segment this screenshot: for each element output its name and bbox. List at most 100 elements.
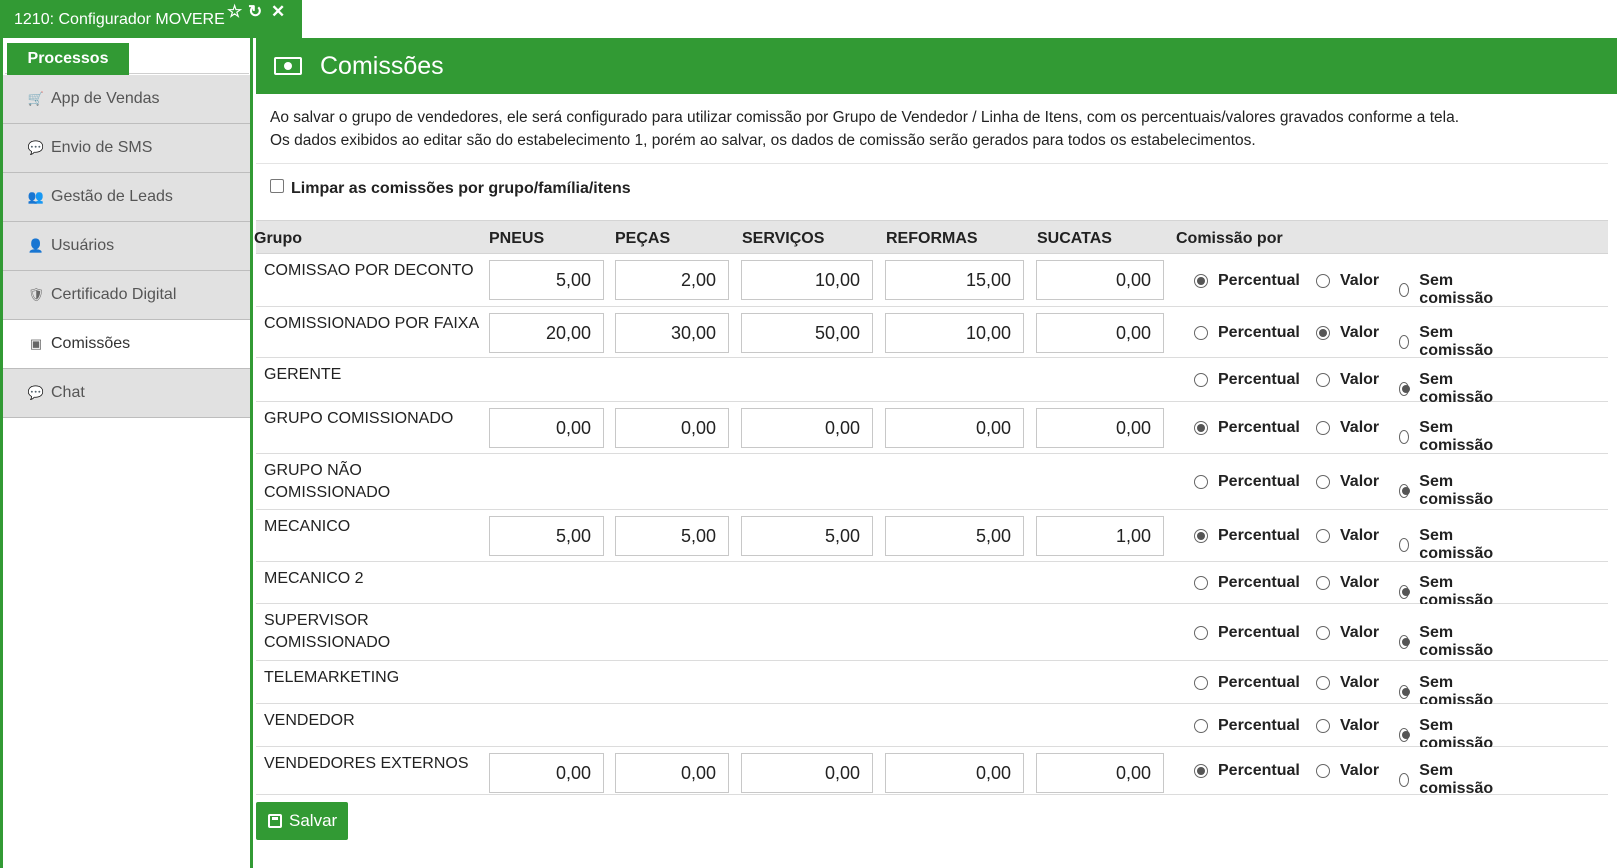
radio-valor[interactable]: Valor — [1316, 574, 1379, 592]
radio-valor[interactable]: Valor — [1316, 324, 1379, 342]
radio-circle[interactable] — [1194, 719, 1208, 733]
radio-circle[interactable] — [1194, 421, 1208, 435]
star-icon[interactable]: ☆ — [227, 2, 242, 22]
radio-circle[interactable] — [1194, 764, 1208, 778]
radio-circle[interactable] — [1194, 475, 1208, 489]
radio-circle[interactable] — [1316, 764, 1330, 778]
radio-circle[interactable] — [1316, 421, 1330, 435]
radio-percentual[interactable]: Percentual — [1194, 717, 1300, 735]
value-input-sucatas[interactable]: 1,00 — [1036, 516, 1164, 556]
radio-circle[interactable] — [1194, 529, 1208, 543]
radio-percentual[interactable]: Percentual — [1194, 324, 1300, 342]
radio-circle[interactable] — [1399, 685, 1411, 699]
radio-circle[interactable] — [1194, 373, 1208, 387]
value-input-pneus[interactable]: 20,00 — [489, 313, 604, 353]
radio-circle[interactable] — [1194, 676, 1208, 690]
radio-circle[interactable] — [1316, 626, 1330, 640]
radio-sem-comissao[interactable]: Sem comissão — [1399, 527, 1497, 563]
radio-percentual[interactable]: Percentual — [1194, 624, 1300, 642]
radio-circle[interactable] — [1399, 585, 1411, 599]
value-input-pecas[interactable]: 5,00 — [615, 516, 729, 556]
value-input-sucatas[interactable]: 0,00 — [1036, 313, 1164, 353]
radio-sem-comissao[interactable]: Sem comissão — [1399, 272, 1497, 308]
radio-sem-comissao[interactable]: Sem comissão — [1399, 624, 1497, 660]
radio-circle[interactable] — [1399, 773, 1410, 787]
radio-circle[interactable] — [1316, 576, 1330, 590]
value-input-pecas[interactable]: 0,00 — [615, 408, 729, 448]
radio-circle[interactable] — [1399, 430, 1410, 444]
radio-circle[interactable] — [1194, 326, 1208, 340]
radio-percentual[interactable]: Percentual — [1194, 419, 1300, 437]
radio-valor[interactable]: Valor — [1316, 717, 1379, 735]
radio-percentual[interactable]: Percentual — [1194, 574, 1300, 592]
save-button[interactable]: Salvar — [256, 802, 348, 840]
radio-circle[interactable] — [1316, 326, 1330, 340]
radio-percentual[interactable]: Percentual — [1194, 272, 1300, 290]
value-input-reformas[interactable]: 5,00 — [885, 516, 1024, 556]
value-input-pneus[interactable]: 0,00 — [489, 753, 604, 793]
sidebar-item-1[interactable]: 💬 Envio de SMS — [3, 124, 250, 173]
refresh-icon[interactable]: ↻ — [248, 2, 262, 22]
radio-valor[interactable]: Valor — [1316, 624, 1379, 642]
value-input-sucatas[interactable]: 0,00 — [1036, 408, 1164, 448]
value-input-reformas[interactable]: 10,00 — [885, 313, 1024, 353]
radio-circle[interactable] — [1316, 373, 1330, 387]
radio-percentual[interactable]: Percentual — [1194, 473, 1300, 491]
value-input-servicos[interactable]: 10,00 — [741, 260, 873, 300]
sidebar-item-0[interactable]: 🛒 App de Vendas — [3, 75, 250, 124]
processes-button[interactable]: Processos — [7, 43, 129, 75]
radio-circle[interactable] — [1194, 576, 1208, 590]
sidebar-item-6[interactable]: 💬 Chat — [3, 369, 250, 418]
radio-sem-comissao[interactable]: Sem comissão — [1399, 762, 1497, 798]
radio-circle[interactable] — [1399, 484, 1411, 498]
radio-circle[interactable] — [1316, 274, 1330, 288]
radio-circle[interactable] — [1399, 728, 1411, 742]
sidebar-item-3[interactable]: 👤 Usuários — [3, 222, 250, 271]
radio-valor[interactable]: Valor — [1316, 527, 1379, 545]
radio-circle[interactable] — [1194, 626, 1208, 640]
radio-circle[interactable] — [1399, 382, 1411, 396]
radio-circle[interactable] — [1316, 529, 1330, 543]
value-input-sucatas[interactable]: 0,00 — [1036, 260, 1164, 300]
radio-valor[interactable]: Valor — [1316, 473, 1379, 491]
clear-commissions-checkbox[interactable] — [270, 179, 284, 193]
value-input-pneus[interactable]: 0,00 — [489, 408, 604, 448]
radio-valor[interactable]: Valor — [1316, 371, 1379, 389]
value-input-reformas[interactable]: 0,00 — [885, 408, 1024, 448]
value-input-pneus[interactable]: 5,00 — [489, 516, 604, 556]
radio-valor[interactable]: Valor — [1316, 419, 1379, 437]
radio-valor[interactable]: Valor — [1316, 272, 1379, 290]
radio-circle[interactable] — [1399, 635, 1411, 649]
value-input-pecas[interactable]: 0,00 — [615, 753, 729, 793]
radio-circle[interactable] — [1399, 335, 1410, 349]
radio-circle[interactable] — [1194, 274, 1208, 288]
radio-valor[interactable]: Valor — [1316, 762, 1379, 780]
value-input-servicos[interactable]: 0,00 — [741, 408, 873, 448]
sidebar-item-4[interactable]: 🛡 Certificado Digital — [3, 271, 250, 320]
radio-circle[interactable] — [1316, 676, 1330, 690]
value-input-servicos[interactable]: 50,00 — [741, 313, 873, 353]
value-input-reformas[interactable]: 0,00 — [885, 753, 1024, 793]
radio-valor[interactable]: Valor — [1316, 674, 1379, 692]
close-icon[interactable]: ✕ — [271, 2, 285, 22]
radio-percentual[interactable]: Percentual — [1194, 674, 1300, 692]
radio-sem-comissao[interactable]: Sem comissão — [1399, 473, 1497, 509]
value-input-servicos[interactable]: 0,00 — [741, 753, 873, 793]
radio-percentual[interactable]: Percentual — [1194, 371, 1300, 389]
radio-percentual[interactable]: Percentual — [1194, 527, 1300, 545]
radio-circle[interactable] — [1316, 475, 1330, 489]
radio-circle[interactable] — [1399, 538, 1410, 552]
value-input-reformas[interactable]: 15,00 — [885, 260, 1024, 300]
radio-circle[interactable] — [1399, 283, 1410, 297]
sidebar-item-2[interactable]: 👥 Gestão de Leads — [3, 173, 250, 222]
value-input-servicos[interactable]: 5,00 — [741, 516, 873, 556]
radio-sem-comissao[interactable]: Sem comissão — [1399, 419, 1497, 455]
value-input-pecas[interactable]: 2,00 — [615, 260, 729, 300]
radio-sem-comissao[interactable]: Sem comissão — [1399, 324, 1497, 360]
radio-percentual[interactable]: Percentual — [1194, 762, 1300, 780]
value-input-sucatas[interactable]: 0,00 — [1036, 753, 1164, 793]
value-input-pneus[interactable]: 5,00 — [489, 260, 604, 300]
radio-circle[interactable] — [1316, 719, 1330, 733]
value-input-pecas[interactable]: 30,00 — [615, 313, 729, 353]
sidebar-item-5[interactable]: ▣ Comissões — [3, 320, 250, 369]
